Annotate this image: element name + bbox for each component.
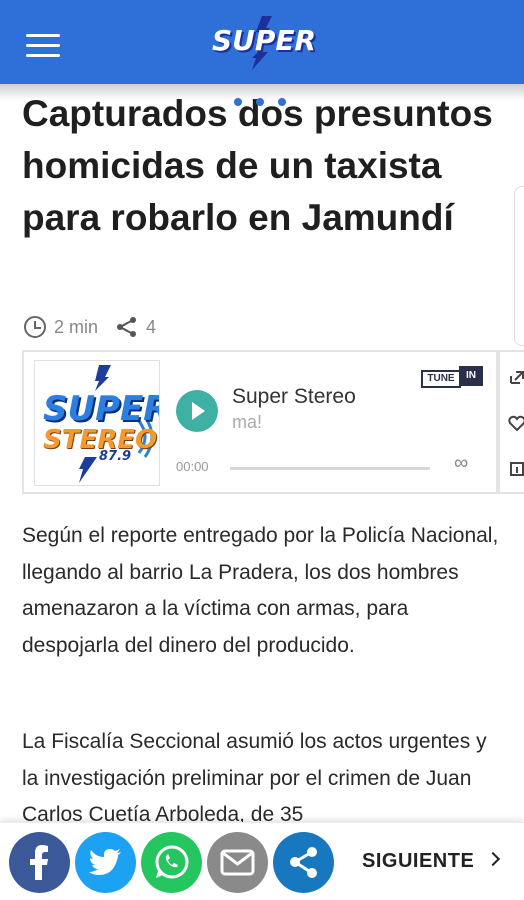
station-subtitle: ma! [232, 412, 263, 432]
station-frequency: 87.9 [99, 449, 132, 464]
tunein-logo[interactable]: TUNE IN [421, 366, 485, 388]
logo-wordmark: SUPER [212, 24, 317, 57]
whatsapp-share-button[interactable] [141, 832, 202, 893]
tunein-badge: IN [459, 366, 483, 386]
twitter-icon [89, 849, 121, 875]
loop-icon: ∞ [454, 452, 469, 474]
share-count: 4 [146, 316, 157, 337]
envelope-icon [220, 849, 255, 876]
hamburger-icon[interactable] [26, 34, 60, 58]
elapsed-time: 00:00 [176, 459, 209, 474]
radio-player: SUPER STEREO 87.9 Super Stereo ma! TUNE … [22, 350, 498, 494]
progress-bar[interactable] [230, 467, 430, 470]
read-time: 2 min [54, 316, 99, 337]
station-logo-text: SUPER [43, 389, 160, 429]
next-label: SIGUIENTE [362, 850, 475, 872]
whatsapp-icon [155, 845, 189, 879]
top-app-bar: SUPER [0, 0, 524, 84]
station-name: Super Stereo [232, 385, 356, 408]
tunein-label: TUNE [421, 370, 461, 388]
clock-icon [24, 316, 46, 338]
site-logo[interactable]: SUPER [212, 14, 318, 70]
share-icon [290, 847, 317, 878]
email-share-button[interactable] [207, 832, 268, 893]
article-title: Capturados dos presuntos homicidas de un… [22, 93, 493, 238]
play-button[interactable] [176, 390, 218, 432]
facebook-icon [30, 845, 48, 880]
station-logo: SUPER STEREO 87.9 [34, 360, 160, 486]
heart-icon[interactable] [508, 414, 524, 432]
article-meta: 2 min 4 [24, 314, 156, 340]
share-bar: SIGUIENTE [0, 822, 524, 900]
share-button[interactable] [273, 832, 334, 893]
side-drawer-tab[interactable] [514, 186, 524, 346]
facebook-share-button[interactable] [9, 832, 70, 893]
twitter-share-button[interactable] [75, 832, 136, 893]
article-paragraph: Según el reporte entregado por la Policí… [22, 524, 499, 657]
popout-icon[interactable] [508, 368, 524, 386]
info-icon[interactable] [508, 460, 524, 478]
article-paragraph: La Fiscalía Seccional asumió los actos u… [22, 730, 487, 826]
chevron-right-icon [485, 851, 501, 867]
player-side-actions [498, 350, 524, 494]
share-icon[interactable] [116, 316, 138, 338]
loading-indicator [234, 98, 294, 108]
next-article-button[interactable]: SIGUIENTE [362, 850, 501, 873]
